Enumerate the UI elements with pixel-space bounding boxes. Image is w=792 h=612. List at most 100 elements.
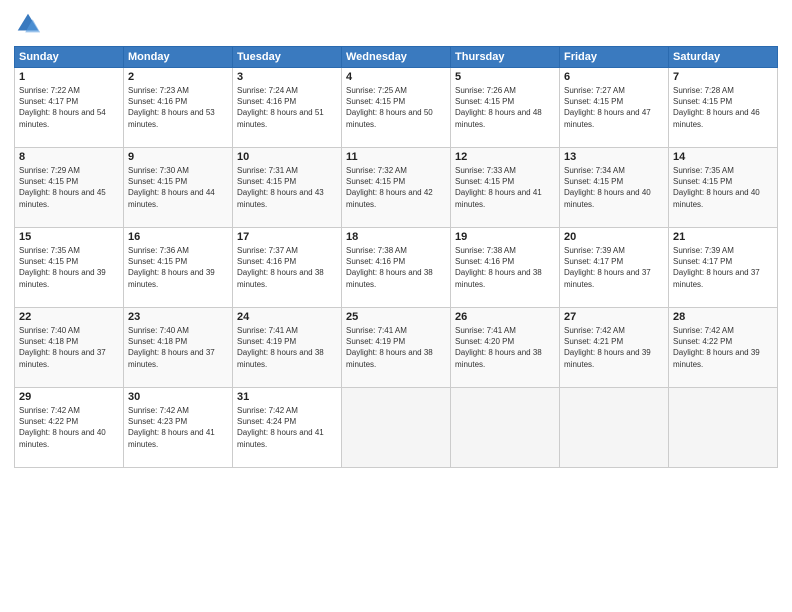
calendar-cell: 20Sunrise: 7:39 AMSunset: 4:17 PMDayligh… xyxy=(560,228,669,308)
day-info: Sunrise: 7:33 AMSunset: 4:15 PMDaylight:… xyxy=(455,166,542,209)
calendar-week-5: 29 Sunrise: 7:42 AMSunset: 4:22 PMDayligh… xyxy=(15,388,778,468)
day-number: 31 xyxy=(237,391,337,403)
calendar-week-1: 1 Sunrise: 7:22 AMSunset: 4:17 PMDaylight… xyxy=(15,68,778,148)
day-number: 17 xyxy=(237,231,337,243)
calendar-cell xyxy=(560,388,669,468)
day-info: Sunrise: 7:38 AMSunset: 4:16 PMDaylight:… xyxy=(455,246,542,289)
calendar-cell: 3 Sunrise: 7:24 AMSunset: 4:16 PMDaylight… xyxy=(233,68,342,148)
day-number: 8 xyxy=(19,151,119,163)
day-number: 7 xyxy=(673,71,773,83)
day-info: Sunrise: 7:41 AMSunset: 4:20 PMDaylight:… xyxy=(455,326,542,369)
day-info: Sunrise: 7:42 AMSunset: 4:21 PMDaylight:… xyxy=(564,326,651,369)
calendar-cell: 7 Sunrise: 7:28 AMSunset: 4:15 PMDaylight… xyxy=(669,68,778,148)
day-number: 29 xyxy=(19,391,119,403)
calendar-cell: 21 Sunrise: 7:39 AMSunset: 4:17 PMDayligh… xyxy=(669,228,778,308)
day-number: 25 xyxy=(346,311,446,323)
day-number: 6 xyxy=(564,71,664,83)
calendar-cell: 4Sunrise: 7:25 AMSunset: 4:15 PMDaylight… xyxy=(342,68,451,148)
day-number: 23 xyxy=(128,311,228,323)
day-number: 9 xyxy=(128,151,228,163)
day-info: Sunrise: 7:36 AMSunset: 4:15 PMDaylight:… xyxy=(128,246,215,289)
day-number: 2 xyxy=(128,71,228,83)
calendar-cell: 24 Sunrise: 7:41 AMSunset: 4:19 PMDayligh… xyxy=(233,308,342,388)
day-info: Sunrise: 7:42 AMSunset: 4:22 PMDaylight:… xyxy=(19,406,106,449)
day-number: 26 xyxy=(455,311,555,323)
header xyxy=(14,10,778,38)
day-info: Sunrise: 7:39 AMSunset: 4:17 PMDaylight:… xyxy=(564,246,651,289)
calendar-cell: 5 Sunrise: 7:26 AMSunset: 4:15 PMDaylight… xyxy=(451,68,560,148)
day-number: 28 xyxy=(673,311,773,323)
calendar-cell: 2 Sunrise: 7:23 AMSunset: 4:16 PMDaylight… xyxy=(124,68,233,148)
day-info: Sunrise: 7:22 AMSunset: 4:17 PMDaylight:… xyxy=(19,86,106,129)
calendar-cell: 10 Sunrise: 7:31 AMSunset: 4:15 PMDayligh… xyxy=(233,148,342,228)
calendar-cell: 8 Sunrise: 7:29 AMSunset: 4:15 PMDaylight… xyxy=(15,148,124,228)
day-number: 10 xyxy=(237,151,337,163)
day-info: Sunrise: 7:28 AMSunset: 4:15 PMDaylight:… xyxy=(673,86,760,129)
day-number: 5 xyxy=(455,71,555,83)
calendar-cell: 13Sunrise: 7:34 AMSunset: 4:15 PMDayligh… xyxy=(560,148,669,228)
day-header-tuesday: Tuesday xyxy=(233,47,342,68)
day-info: Sunrise: 7:35 AMSunset: 4:15 PMDaylight:… xyxy=(19,246,106,289)
calendar-cell: 22Sunrise: 7:40 AMSunset: 4:18 PMDayligh… xyxy=(15,308,124,388)
day-info: Sunrise: 7:42 AMSunset: 4:24 PMDaylight:… xyxy=(237,406,324,449)
day-info: Sunrise: 7:29 AMSunset: 4:15 PMDaylight:… xyxy=(19,166,106,209)
day-info: Sunrise: 7:42 AMSunset: 4:22 PMDaylight:… xyxy=(673,326,760,369)
day-number: 14 xyxy=(673,151,773,163)
day-info: Sunrise: 7:37 AMSunset: 4:16 PMDaylight:… xyxy=(237,246,324,289)
calendar-week-3: 15 Sunrise: 7:35 AMSunset: 4:15 PMDayligh… xyxy=(15,228,778,308)
calendar-cell xyxy=(669,388,778,468)
day-info: Sunrise: 7:41 AMSunset: 4:19 PMDaylight:… xyxy=(237,326,324,369)
calendar-cell: 11 Sunrise: 7:32 AMSunset: 4:15 PMDayligh… xyxy=(342,148,451,228)
calendar-cell: 6 Sunrise: 7:27 AMSunset: 4:15 PMDaylight… xyxy=(560,68,669,148)
calendar-cell: 29 Sunrise: 7:42 AMSunset: 4:22 PMDayligh… xyxy=(15,388,124,468)
day-header-saturday: Saturday xyxy=(669,47,778,68)
day-number: 3 xyxy=(237,71,337,83)
calendar-cell: 12 Sunrise: 7:33 AMSunset: 4:15 PMDayligh… xyxy=(451,148,560,228)
day-info: Sunrise: 7:34 AMSunset: 4:15 PMDaylight:… xyxy=(564,166,651,209)
day-number: 1 xyxy=(19,71,119,83)
calendar-week-4: 22Sunrise: 7:40 AMSunset: 4:18 PMDayligh… xyxy=(15,308,778,388)
calendar-cell: 23Sunrise: 7:40 AMSunset: 4:18 PMDayligh… xyxy=(124,308,233,388)
day-info: Sunrise: 7:42 AMSunset: 4:23 PMDaylight:… xyxy=(128,406,215,449)
calendar-page: SundayMondayTuesdayWednesdayThursdayFrid… xyxy=(0,0,792,612)
logo xyxy=(14,10,46,38)
day-info: Sunrise: 7:30 AMSunset: 4:15 PMDaylight:… xyxy=(128,166,215,209)
calendar-cell: 9 Sunrise: 7:30 AMSunset: 4:15 PMDaylight… xyxy=(124,148,233,228)
calendar-cell: 17 Sunrise: 7:37 AMSunset: 4:16 PMDayligh… xyxy=(233,228,342,308)
day-number: 27 xyxy=(564,311,664,323)
calendar-header-row: SundayMondayTuesdayWednesdayThursdayFrid… xyxy=(15,47,778,68)
day-info: Sunrise: 7:25 AMSunset: 4:15 PMDaylight:… xyxy=(346,86,433,129)
calendar-cell: 28 Sunrise: 7:42 AMSunset: 4:22 PMDayligh… xyxy=(669,308,778,388)
logo-icon xyxy=(14,10,42,38)
day-header-sunday: Sunday xyxy=(15,47,124,68)
day-info: Sunrise: 7:24 AMSunset: 4:16 PMDaylight:… xyxy=(237,86,324,129)
day-header-friday: Friday xyxy=(560,47,669,68)
calendar-cell: 31 Sunrise: 7:42 AMSunset: 4:24 PMDayligh… xyxy=(233,388,342,468)
day-info: Sunrise: 7:38 AMSunset: 4:16 PMDaylight:… xyxy=(346,246,433,289)
day-header-wednesday: Wednesday xyxy=(342,47,451,68)
day-info: Sunrise: 7:35 AMSunset: 4:15 PMDaylight:… xyxy=(673,166,760,209)
calendar-table: SundayMondayTuesdayWednesdayThursdayFrid… xyxy=(14,46,778,468)
day-header-thursday: Thursday xyxy=(451,47,560,68)
day-info: Sunrise: 7:39 AMSunset: 4:17 PMDaylight:… xyxy=(673,246,760,289)
day-number: 15 xyxy=(19,231,119,243)
day-number: 12 xyxy=(455,151,555,163)
day-number: 21 xyxy=(673,231,773,243)
day-info: Sunrise: 7:26 AMSunset: 4:15 PMDaylight:… xyxy=(455,86,542,129)
day-info: Sunrise: 7:23 AMSunset: 4:16 PMDaylight:… xyxy=(128,86,215,129)
calendar-cell: 1 Sunrise: 7:22 AMSunset: 4:17 PMDaylight… xyxy=(15,68,124,148)
day-info: Sunrise: 7:31 AMSunset: 4:15 PMDaylight:… xyxy=(237,166,324,209)
day-number: 30 xyxy=(128,391,228,403)
calendar-cell: 14 Sunrise: 7:35 AMSunset: 4:15 PMDayligh… xyxy=(669,148,778,228)
day-info: Sunrise: 7:27 AMSunset: 4:15 PMDaylight:… xyxy=(564,86,651,129)
calendar-cell: 18Sunrise: 7:38 AMSunset: 4:16 PMDayligh… xyxy=(342,228,451,308)
calendar-cell: 16Sunrise: 7:36 AMSunset: 4:15 PMDayligh… xyxy=(124,228,233,308)
day-number: 24 xyxy=(237,311,337,323)
calendar-week-2: 8 Sunrise: 7:29 AMSunset: 4:15 PMDaylight… xyxy=(15,148,778,228)
day-info: Sunrise: 7:32 AMSunset: 4:15 PMDaylight:… xyxy=(346,166,433,209)
day-number: 11 xyxy=(346,151,446,163)
day-info: Sunrise: 7:41 AMSunset: 4:19 PMDaylight:… xyxy=(346,326,433,369)
calendar-cell xyxy=(342,388,451,468)
day-header-monday: Monday xyxy=(124,47,233,68)
calendar-cell xyxy=(451,388,560,468)
